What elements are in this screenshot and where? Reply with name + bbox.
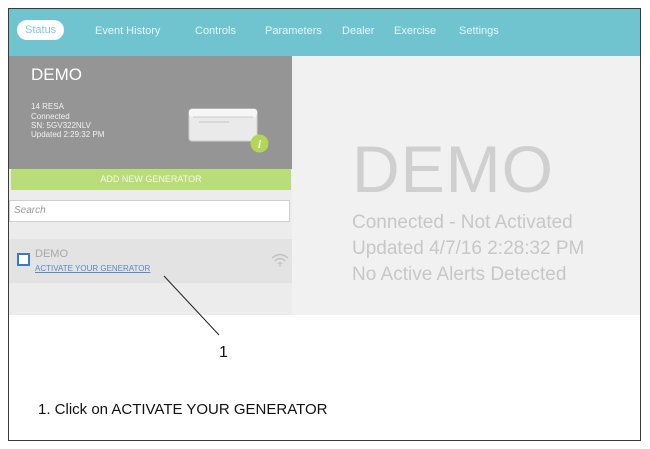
device-name: DEMO [31,65,82,84]
device-model: 14 RESA [31,102,64,111]
add-new-generator-button[interactable]: ADD NEW GENERATOR [11,169,291,190]
tab-controls[interactable]: Controls [195,24,236,38]
tab-settings[interactable]: Settings [459,24,499,38]
list-item[interactable]: DEMO ACTIVATE YOUR GENERATOR [9,239,292,283]
tab-parameters[interactable]: Parameters [265,24,322,38]
instruction-text: 1. Click on ACTIVATE YOUR GENERATOR [38,401,328,418]
activate-generator-link[interactable]: ACTIVATE YOUR GENERATOR [35,264,150,273]
tab-event-history[interactable]: Event History [95,24,160,38]
device-updated: Updated 2:29:32 PM [31,130,105,139]
device-serial: SN: 5GV322NLV [31,121,91,130]
info-icon[interactable]: i [250,134,269,153]
tab-exercise[interactable]: Exercise [394,24,436,38]
sidebar: DEMO 14 RESA Connected SN: 5GV322NLV Upd… [9,56,292,315]
last-updated: Updated 4/7/16 2:28:32 PM [352,238,585,259]
callout-number: 1 [219,344,228,361]
tab-dealer[interactable]: Dealer [342,24,374,38]
connection-status: Connected - Not Activated [352,212,573,233]
tab-status[interactable]: Status [17,20,65,40]
device-connection: Connected [31,112,70,121]
status-panel: DEMO Connected - Not Activated Updated 4… [292,56,640,315]
alerts-status: No Active Alerts Detected [352,264,567,285]
screenshot-frame: Status Event History Controls Parameters… [8,8,641,441]
device-title: DEMO [352,132,554,206]
top-navigation: Status Event History Controls Parameters… [9,9,640,56]
device-card[interactable]: DEMO 14 RESA Connected SN: 5GV322NLV Upd… [9,56,292,169]
checkbox[interactable] [17,253,30,266]
list-item-name: DEMO [35,248,68,260]
search-input[interactable]: Search [9,200,290,222]
wifi-icon [271,253,289,267]
